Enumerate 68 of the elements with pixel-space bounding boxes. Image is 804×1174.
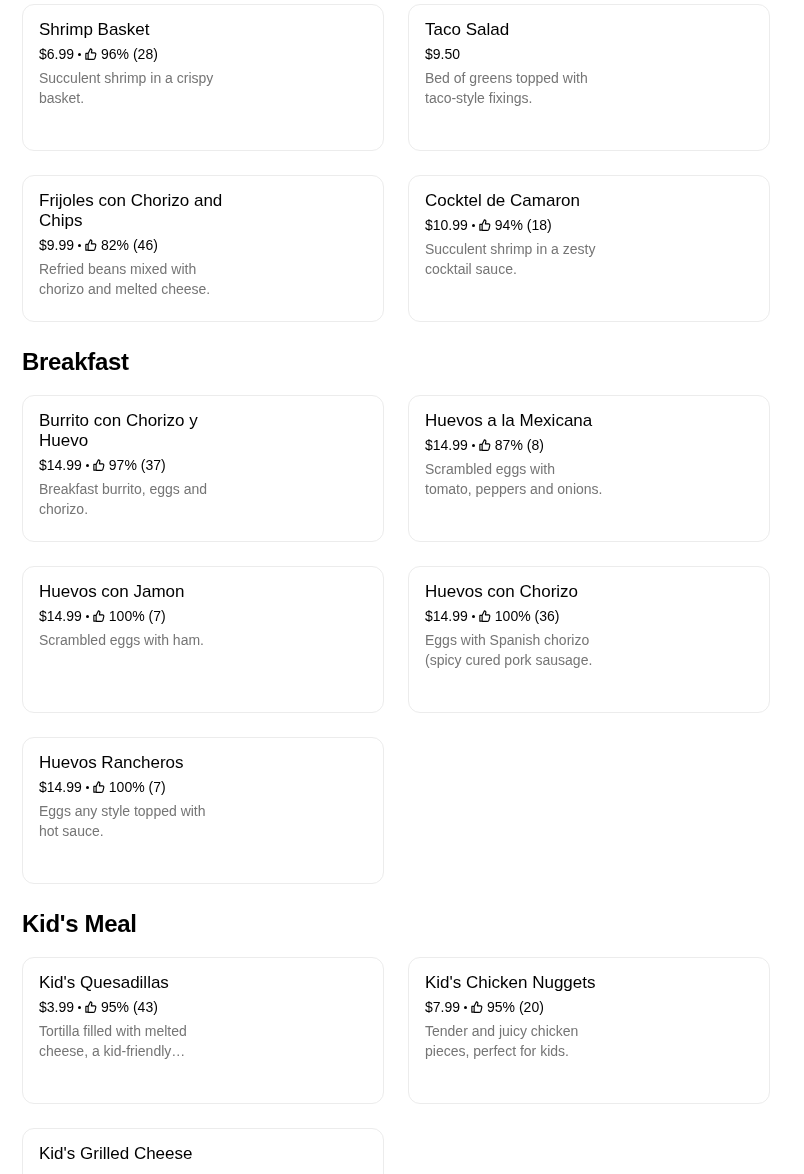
item-price: $14.99 [39,456,82,475]
section-heading: Kid's Meal [22,909,137,939]
thumbs-up-icon [92,781,105,793]
thumbs-up-icon [85,239,98,251]
thumbs-up-icon [478,219,491,231]
item-name: Huevos con Jamon [39,582,186,602]
item-description: Eggs with Spanish chorizo (spicy cured pork sausage. [425,631,594,670]
item-price: $14.99 [39,607,82,626]
item-name: Huevos Rancheros [39,753,185,773]
item-description: Scrambled eggs with tomato, peppers and onions. [425,460,604,499]
item-rating: 95% (43) [101,998,158,1017]
item-name: Taco Salad [425,20,511,40]
item-name: Burrito con Chorizo y Huevo [39,411,199,451]
item-rating: 94% (18) [494,216,552,235]
item-description: Tortilla filled with melted cheese, a kid-friendly… [39,1022,188,1061]
thumbs-up-icon [85,1001,98,1013]
item-rating: 97% (37) [108,456,166,475]
item-price: $14.99 [425,607,468,626]
item-description: Bed of greens topped with taco-style fixings. [425,69,589,108]
item-price: $3.99 [39,998,75,1017]
item-price: $14.99 [39,778,82,797]
menu-item-card[interactable]: Cocktel de Camaron $10.99 94% (18) Succulent shrimp in a zesty cocktail sauce. [408,175,770,322]
item-description: Succulent shrimp in a crispy basket. [39,69,215,108]
thumbs-up-icon [478,610,491,622]
menu-item-card[interactable]: Frijoles con Chorizo and Chips $9.99 82% (46) Refried beans mixed with chorizo and melted cheese. [22,175,384,322]
item-name: Kid's Chicken Nuggets [425,973,597,993]
thumbs-up-icon [471,1001,484,1013]
menu-item-card[interactable]: Huevos con Chorizo $14.99 100% (36) Eggs with Spanish chorizo (spicy cured pork sausage. [408,566,770,713]
item-name: Huevos a la Mexicana [425,411,594,431]
section-heading: Breakfast [22,347,129,377]
item-rating: 100% (36) [494,607,560,626]
item-name: Cocktel de Camaron [425,191,581,211]
menu-item-card[interactable]: Kid's Chicken Nuggets $7.99 95% (20) Tender and juicy chicken pieces, perfect for kids. [408,957,770,1104]
item-rating: 87% (8) [494,436,544,455]
menu-item-card[interactable]: Huevos con Jamon $14.99 100% (7) Scrambled eggs with ham. [22,566,384,713]
item-rating: 95% (20) [487,998,544,1017]
item-name: Shrimp Basket [39,20,151,40]
item-price: $9.50 [425,45,461,64]
item-name: Kid's Quesadillas [39,973,170,993]
thumbs-up-icon [478,439,491,451]
item-description: Eggs any style topped with hot sauce. [39,802,207,841]
menu-item-card[interactable]: Huevos a la Mexicana $14.99 87% (8) Scrambled eggs with tomato, peppers and onions. [408,395,770,542]
thumbs-up-icon [92,610,105,622]
menu-item-card[interactable]: Huevos Rancheros $14.99 100% (7) Eggs any style topped with hot sauce. [22,737,384,884]
menu-item-card[interactable]: Shrimp Basket $6.99 96% (28) Succulent shrimp in a crispy basket. [22,4,384,151]
item-description: Refried beans mixed with chorizo and melted cheese. [39,260,212,299]
item-rating: 100% (7) [108,607,166,626]
item-description: Breakfast burrito, eggs and chorizo. [39,480,209,519]
item-price: $6.99 [39,45,75,64]
item-name: Kid's Grilled Cheese [39,1144,194,1164]
item-rating: 100% (7) [108,778,166,797]
menu-item-card[interactable]: Burrito con Chorizo y Huevo $14.99 97% (37) Breakfast burrito, eggs and chorizo. [22,395,384,542]
item-price: $9.99 [39,236,75,255]
thumbs-up-icon [92,459,105,471]
menu-item-card[interactable]: Taco Salad $9.50 Bed of greens topped with taco-style fixings. [408,4,770,151]
thumbs-up-icon [85,48,98,60]
item-rating: 82% (46) [101,236,158,255]
item-name: Frijoles con Chorizo and Chips [39,191,224,231]
item-price: $14.99 [425,436,468,455]
item-description: Tender and juicy chicken pieces, perfect for kids. [425,1022,580,1061]
item-description: Succulent shrimp in a zesty cocktail sauce. [425,240,597,279]
item-name: Huevos con Chorizo [425,582,580,602]
item-rating: 96% (28) [101,45,158,64]
item-price: $10.99 [425,216,468,235]
menu-item-card[interactable]: Kid's Grilled Cheese [22,1128,384,1174]
item-price: $7.99 [425,998,461,1017]
menu-item-card[interactable]: Kid's Quesadillas $3.99 95% (43) Tortilla filled with melted cheese, a kid-friendly… [22,957,384,1104]
item-description: Scrambled eggs with ham. [39,631,205,650]
